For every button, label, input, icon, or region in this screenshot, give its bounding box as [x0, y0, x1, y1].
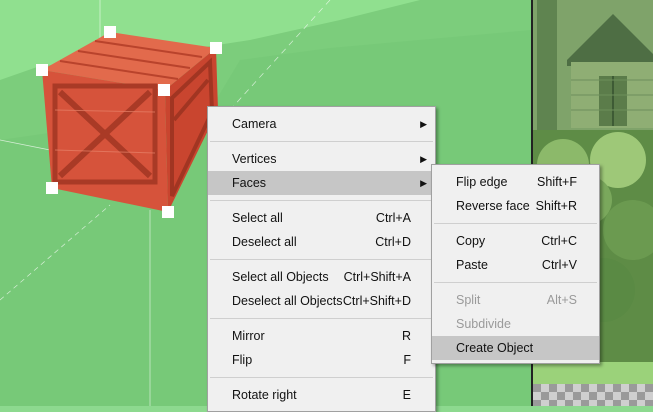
- menu-item-shortcut: F: [403, 353, 411, 367]
- menu-item-label: Rotate right: [232, 388, 297, 402]
- menu-item-faces[interactable]: Faces ▶: [208, 171, 435, 195]
- menu-item-mirror[interactable]: Mirror R: [208, 324, 435, 348]
- menu-item-shortcut: Ctrl+D: [375, 235, 411, 249]
- menu-item-shortcut: Ctrl+A: [375, 211, 411, 225]
- menu-separator: [210, 259, 433, 260]
- menu-item-label: Copy: [456, 234, 486, 248]
- menu-separator: [210, 200, 433, 201]
- menu-item-flip[interactable]: Flip F: [208, 348, 435, 372]
- menu-item-label: Paste: [456, 258, 488, 272]
- menu-item-label: Flip edge: [456, 175, 508, 189]
- context-menu: Camera ▶ Vertices ▶ Faces ▶ Select all C…: [207, 106, 436, 412]
- menu-item-label: Vertices: [232, 152, 277, 166]
- menu-item-label: Faces: [232, 176, 267, 190]
- menu-item-shortcut: Alt+S: [546, 293, 577, 307]
- menu-item-flip-edge[interactable]: Flip edge Shift+F: [432, 170, 599, 194]
- submenu-arrow-icon: ▶: [420, 154, 427, 164]
- menu-separator: [210, 377, 433, 378]
- vertex-handle[interactable]: [46, 182, 58, 194]
- menu-separator: [434, 282, 597, 283]
- menu-item-deselect-all[interactable]: Deselect all Ctrl+D: [208, 230, 435, 254]
- submenu-arrow-icon: ▶: [420, 119, 427, 129]
- menu-item-copy[interactable]: Copy Ctrl+C: [432, 229, 599, 253]
- menu-item-create-object[interactable]: Create Object: [432, 336, 599, 360]
- menu-item-select-all-objects[interactable]: Select all Objects Ctrl+Shift+A: [208, 265, 435, 289]
- menu-item-label: Mirror: [232, 329, 265, 343]
- menu-item-deselect-all-objects[interactable]: Deselect all Objects Ctrl+Shift+D: [208, 289, 435, 313]
- vertex-handle[interactable]: [162, 206, 174, 218]
- menu-item-split[interactable]: Split Alt+S: [432, 288, 599, 312]
- menu-item-camera[interactable]: Camera ▶: [208, 112, 435, 136]
- menu-item-shortcut: Ctrl+V: [541, 258, 577, 272]
- menu-item-shortcut: Shift+R: [535, 199, 577, 213]
- menu-item-label: Reverse face: [456, 199, 530, 213]
- menu-item-shortcut: Shift+F: [537, 175, 577, 189]
- menu-item-rotate-right[interactable]: Rotate right E: [208, 383, 435, 407]
- menu-item-paste[interactable]: Paste Ctrl+V: [432, 253, 599, 277]
- transparency-checker: [533, 384, 653, 406]
- menu-separator: [210, 318, 433, 319]
- menu-item-label: Camera: [232, 117, 277, 131]
- vertex-handle[interactable]: [158, 84, 170, 96]
- menu-item-subdivide[interactable]: Subdivide: [432, 312, 599, 336]
- menu-item-shortcut: E: [402, 388, 411, 402]
- faces-submenu: Flip edge Shift+F Reverse face Shift+R C…: [431, 164, 600, 364]
- menu-item-label: Deselect all: [232, 235, 297, 249]
- menu-item-select-all[interactable]: Select all Ctrl+A: [208, 206, 435, 230]
- menu-item-label: Create Object: [456, 341, 534, 355]
- menu-item-shortcut: Ctrl+Shift+D: [342, 294, 411, 308]
- menu-item-label: Deselect all Objects: [232, 294, 343, 308]
- vertex-handle[interactable]: [104, 26, 116, 38]
- vertex-handle[interactable]: [210, 42, 222, 54]
- menu-item-shortcut: R: [401, 329, 411, 343]
- menu-separator: [210, 141, 433, 142]
- menu-item-label: Flip: [232, 353, 253, 367]
- menu-item-label: Split: [456, 293, 481, 307]
- menu-separator: [434, 223, 597, 224]
- menu-item-label: Subdivide: [456, 317, 511, 331]
- menu-item-reverse-face[interactable]: Reverse face Shift+R: [432, 194, 599, 218]
- menu-item-label: Select all Objects: [232, 270, 329, 284]
- menu-item-shortcut: Ctrl+C: [541, 234, 577, 248]
- menu-item-label: Select all: [232, 211, 283, 225]
- menu-item-shortcut: Ctrl+Shift+A: [343, 270, 411, 284]
- submenu-arrow-icon: ▶: [420, 178, 427, 188]
- menu-item-vertices[interactable]: Vertices ▶: [208, 147, 435, 171]
- vertex-handle[interactable]: [36, 64, 48, 76]
